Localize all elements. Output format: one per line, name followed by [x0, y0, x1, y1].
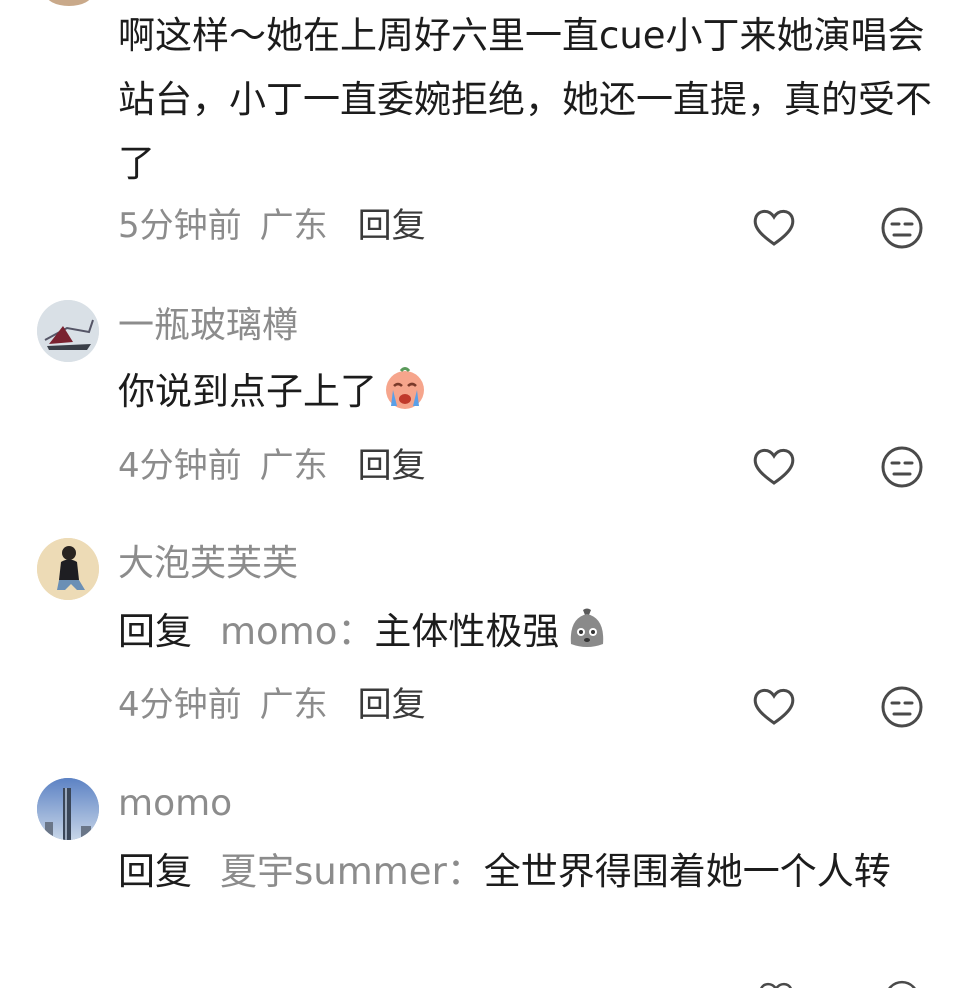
- crying-face-emoji: [381, 364, 429, 432]
- meh-face-icon[interactable]: [882, 978, 922, 988]
- comment-location: 广东: [259, 446, 328, 486]
- avatar[interactable]: [37, 300, 99, 362]
- avatar-partial[interactable]: [45, 0, 93, 6]
- comment-location: 广东: [259, 685, 328, 725]
- comment-meta-partial: [118, 976, 238, 988]
- reply-button[interactable]: 回复: [358, 206, 426, 246]
- comment-meta: 4分钟前 广东 回复: [118, 681, 426, 729]
- comment-text: 你说到点子上了: [118, 360, 938, 432]
- heart-outline-icon[interactable]: [756, 978, 796, 988]
- comment-time: 5分钟前: [118, 206, 242, 246]
- comment-text-body: 主体性极强: [374, 610, 560, 653]
- reply-target-username[interactable]: momo：: [220, 610, 374, 653]
- meh-face-icon[interactable]: [878, 204, 926, 252]
- avatar[interactable]: [37, 778, 99, 840]
- comment-text: 啊这样～她在上周好六里一直cue小丁来她演唱会站台，小丁一直委婉拒绝，她还一直提…: [118, 14, 932, 185]
- heart-outline-icon[interactable]: [750, 443, 798, 491]
- comment-text: 回复 momo：主体性极强: [118, 600, 938, 672]
- comment-time: 4分钟前: [118, 685, 242, 725]
- reply-prefix: 回复: [118, 610, 192, 653]
- username[interactable]: 一瓶玻璃樽: [118, 304, 298, 348]
- comment-text-body: 你说到点子上了: [118, 370, 377, 413]
- heart-outline-icon[interactable]: [750, 204, 798, 252]
- reply-prefix: 回复: [118, 850, 192, 893]
- reply-button[interactable]: 回复: [358, 685, 426, 725]
- comment-meta: 5分钟前 广东 回复: [118, 202, 426, 250]
- meh-face-icon[interactable]: [878, 683, 926, 731]
- reply-target-username[interactable]: 夏宇summer：: [220, 850, 484, 893]
- avatar[interactable]: [37, 538, 99, 600]
- grey-sack-emoji: [563, 604, 611, 672]
- meh-face-icon[interactable]: [878, 443, 926, 491]
- comment-location: 广东: [259, 206, 328, 246]
- comment-meta: 4分钟前 广东 回复: [118, 442, 426, 490]
- heart-outline-icon[interactable]: [750, 683, 798, 731]
- comment-text: 回复 夏宇summer：全世界得围着她一个人转: [118, 840, 938, 904]
- reply-button[interactable]: 回复: [358, 446, 426, 486]
- username[interactable]: 大泡芙芙芙: [118, 542, 298, 586]
- comment-time: 4分钟前: [118, 446, 242, 486]
- comment-text-body: 全世界得围着她一个人转: [483, 850, 891, 893]
- username[interactable]: momo: [118, 782, 232, 826]
